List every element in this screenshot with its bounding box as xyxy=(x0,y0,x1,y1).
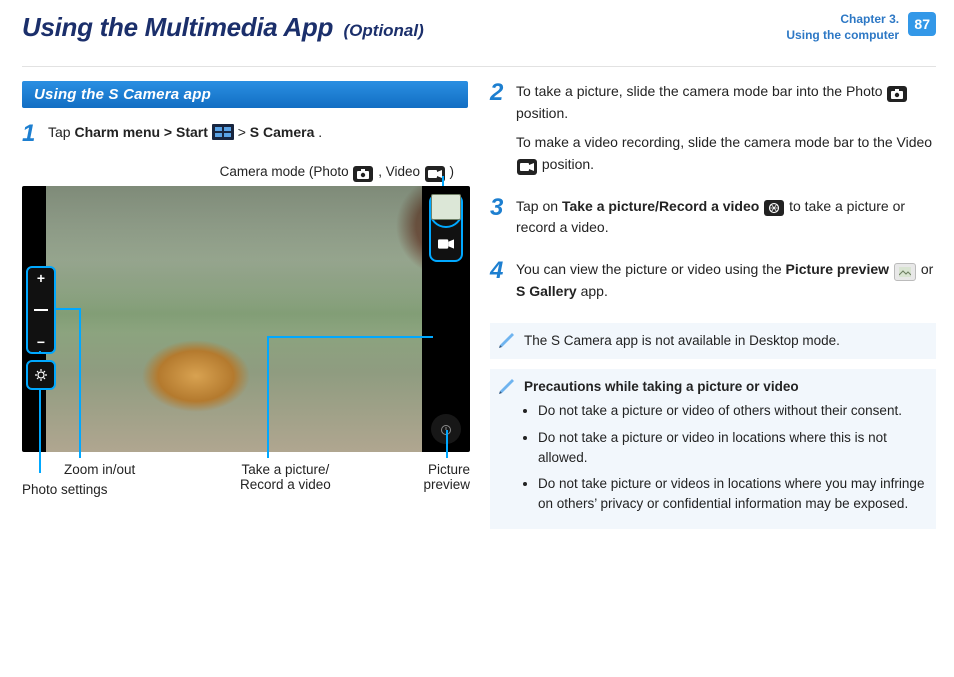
note-desktop-mode: The S Camera app is not available in Des… xyxy=(490,323,936,359)
step-number: 2 xyxy=(490,81,508,184)
start-tile-icon xyxy=(212,124,234,140)
note-icon xyxy=(498,377,516,395)
leader-line xyxy=(267,336,433,338)
page-header: Using the Multimedia App (Optional) Chap… xyxy=(22,12,936,60)
figure-captions: Zoom in/out Photo settings Take a pictur… xyxy=(22,458,470,512)
step-number: 3 xyxy=(490,196,508,247)
step-4: 4 You can view the picture or video usin… xyxy=(490,259,936,311)
leader-anchor xyxy=(39,351,41,353)
note-item: Do not take a picture or video in locati… xyxy=(538,428,926,469)
leader-line xyxy=(55,308,79,310)
note-item: Do not take a picture or video of others… xyxy=(538,401,926,421)
step-2: 2 To take a picture, slide the camera mo… xyxy=(490,81,936,184)
chapter-line2: Using the computer xyxy=(786,28,899,42)
note-precautions: Precautions while taking a picture or vi… xyxy=(490,369,936,529)
camera-screenshot: + − xyxy=(22,186,470,512)
zoom-in-icon[interactable]: + xyxy=(31,268,51,288)
shutter-icon xyxy=(764,200,784,216)
camera-icon xyxy=(887,86,907,102)
leader-line xyxy=(79,308,81,458)
chapter-info: Chapter 3. Using the computer 87 xyxy=(786,12,936,43)
step-body: Tap Charm menu > Start > S Camera . xyxy=(48,122,468,152)
caption-take: Take a picture/ Record a video xyxy=(240,462,331,492)
step-3: 3 Tap on Take a picture/Record a video t… xyxy=(490,196,936,247)
scene-photo xyxy=(46,186,422,452)
left-column: Using the S Camera app 1 Tap Charm menu … xyxy=(22,81,468,539)
step-number: 4 xyxy=(490,259,508,311)
camera-mode-label: Camera mode (Photo , Video ) xyxy=(22,164,454,182)
leader-line xyxy=(267,336,269,458)
caption-photo-settings: Photo settings xyxy=(22,482,108,497)
chapter-line1: Chapter 3. xyxy=(840,12,899,26)
page-title: Using the Multimedia App xyxy=(22,12,333,42)
video-icon xyxy=(517,159,537,175)
note-icon xyxy=(498,331,516,349)
right-control-rail xyxy=(428,194,464,444)
photo-settings-button[interactable] xyxy=(26,360,56,390)
note-text: The S Camera app is not available in Des… xyxy=(524,333,840,348)
video-icon xyxy=(438,238,454,250)
step-number: 1 xyxy=(22,122,40,152)
caption-preview: Picture preview xyxy=(423,462,470,492)
note-list: Do not take a picture or video of others… xyxy=(524,401,926,514)
page-number: 87 xyxy=(908,12,936,36)
page-title-suffix: (Optional) xyxy=(344,21,424,40)
picture-preview-thumb[interactable] xyxy=(431,194,461,220)
camera-icon xyxy=(353,166,373,182)
step-1: 1 Tap Charm menu > Start > S Camera . xyxy=(22,122,468,152)
right-column: 2 To take a picture, slide the camera mo… xyxy=(490,81,936,539)
zoom-control[interactable]: + − xyxy=(26,266,56,354)
zoom-out-icon[interactable]: − xyxy=(31,332,51,352)
note-item: Do not take picture or videos in locatio… xyxy=(538,474,926,515)
note-title: Precautions while taking a picture or vi… xyxy=(524,379,799,394)
page: Using the Multimedia App (Optional) Chap… xyxy=(0,0,954,539)
section-heading: Using the S Camera app xyxy=(22,81,468,108)
picture-preview-icon xyxy=(894,263,916,281)
content-columns: Using the S Camera app 1 Tap Charm menu … xyxy=(22,81,936,539)
header-divider xyxy=(22,66,936,67)
caption-zoom: Zoom in/out xyxy=(64,462,135,477)
camera-viewport: + − xyxy=(22,186,470,452)
zoom-separator xyxy=(34,309,48,311)
leader-line xyxy=(446,430,448,458)
